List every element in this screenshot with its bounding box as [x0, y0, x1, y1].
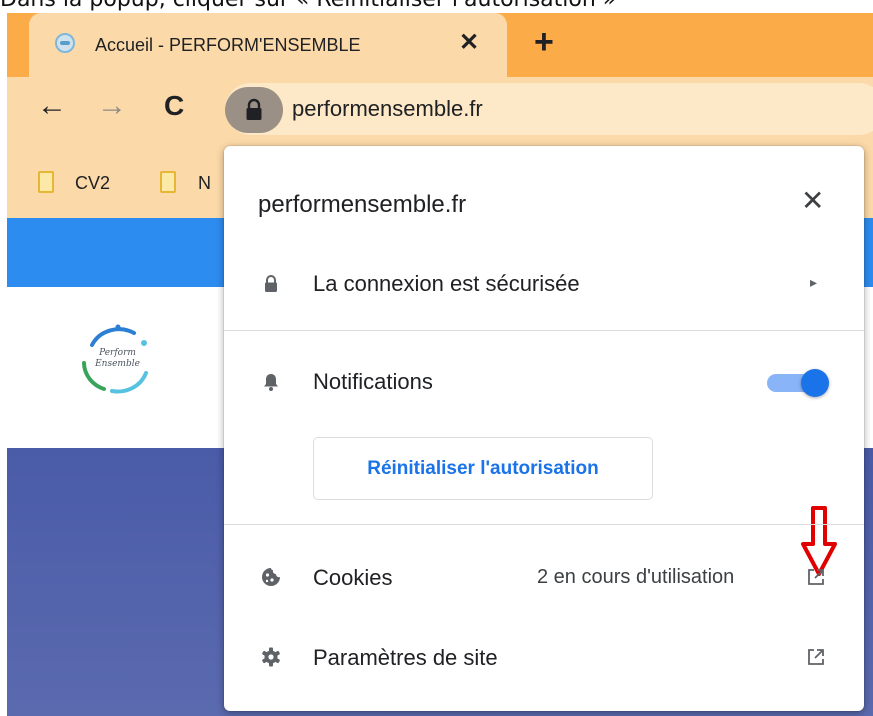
notifications-label: Notifications: [313, 369, 433, 394]
bookmark-folder-icon: [38, 171, 54, 193]
bell-icon: [264, 374, 278, 391]
cookies-status: 2 en cours d'utilisation: [537, 566, 735, 588]
lock-icon: [246, 98, 262, 120]
divider: [224, 524, 864, 525]
site-favicon-icon: [55, 33, 75, 53]
tab-accueil[interactable]: Accueil - PERFORM'ENSEMBLE ✕: [29, 13, 507, 83]
toggle-thumb: [801, 369, 829, 397]
forward-arrow-icon[interactable]: →: [97, 89, 127, 123]
popup-title: performensemble.fr: [258, 191, 467, 218]
url-text[interactable]: performensemble.fr: [292, 96, 483, 122]
logo-text: Perform Ensemble: [95, 348, 140, 369]
notifications-toggle[interactable]: [763, 368, 829, 397]
cookies-item[interactable]: Cookies: [313, 565, 392, 591]
gear-icon: [262, 647, 280, 667]
site-settings-item[interactable]: Paramètres de site: [313, 645, 498, 671]
bookmark-cv2[interactable]: CV2: [75, 173, 110, 194]
site-info-button[interactable]: [225, 87, 283, 133]
new-tab-button[interactable]: +: [534, 25, 554, 59]
divider: [224, 330, 864, 331]
cookie-icon: [262, 568, 280, 586]
close-icon[interactable]: ✕: [801, 186, 824, 216]
bookmark-n[interactable]: N: [198, 173, 211, 194]
site-info-popup: performensemble.fr ✕ La connexion est sé…: [224, 146, 864, 711]
site-logo[interactable]: Perform Ensemble: [74, 323, 164, 398]
bookmark-folder-icon: [160, 171, 176, 193]
reload-icon[interactable]: C: [164, 89, 184, 123]
open-external-icon[interactable]: [806, 567, 826, 587]
open-external-icon[interactable]: [806, 647, 826, 667]
reset-permission-button[interactable]: Réinitialiser l'autorisation: [313, 437, 653, 500]
back-arrow-icon[interactable]: ←: [37, 89, 67, 123]
tab-close-icon[interactable]: ✕: [459, 30, 479, 56]
tab-title: Accueil - PERFORM'ENSEMBLE: [95, 35, 361, 55]
instruction-caption: Dans la popup, cliquer sur « Réinitialis…: [0, 0, 873, 13]
lock-icon: [265, 275, 277, 292]
connection-secure-item[interactable]: La connexion est sécurisée: [313, 271, 580, 297]
chevron-right-icon[interactable]: ▸: [810, 274, 817, 291]
